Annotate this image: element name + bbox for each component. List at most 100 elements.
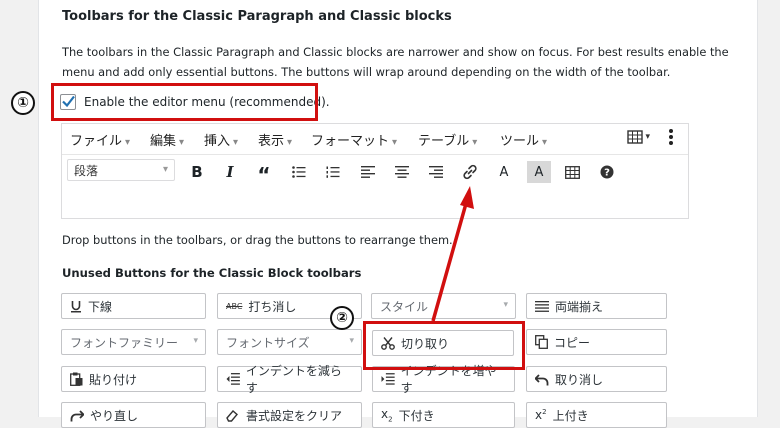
background-color-button[interactable]: A: [527, 161, 551, 183]
format-select-value: 段落: [74, 164, 99, 178]
blockquote-button[interactable]: “: [252, 161, 276, 187]
menu-tools-label: ツール: [500, 134, 540, 149]
menu-edit-label: 編集: [150, 134, 177, 149]
align-right-icon: [429, 166, 443, 178]
chevron-down-icon: ▾: [472, 137, 478, 148]
chevron-down-icon: ▾: [233, 137, 239, 148]
underline-icon: [71, 300, 81, 312]
menu-edit[interactable]: 編集 ▾: [150, 130, 184, 149]
chevron-down-icon: ▾: [193, 336, 198, 346]
menubar-right-controls: ▾: [627, 128, 674, 146]
editor-toolbar: 段落 ▾ B I “ A A ?: [62, 155, 688, 191]
text-color-button[interactable]: A: [492, 161, 516, 183]
menu-view[interactable]: 表示 ▾: [258, 130, 292, 149]
subscript-button[interactable]: x2 下付き: [372, 402, 515, 428]
chevron-down-icon: ▾: [162, 164, 168, 175]
align-center-icon: [395, 166, 409, 178]
justify-button[interactable]: 両端揃え: [526, 293, 667, 319]
link-button[interactable]: [458, 161, 482, 183]
menu-insert-label: 挿入: [204, 134, 231, 149]
numbered-list-icon: [326, 166, 340, 178]
chevron-down-icon: ▾: [392, 137, 398, 148]
align-center-button[interactable]: [390, 161, 414, 183]
superscript-icon: x2: [535, 408, 547, 422]
menu-format[interactable]: フォーマット ▾: [311, 130, 397, 149]
style-select[interactable]: スタイル ▾: [371, 293, 516, 319]
numbered-list-button[interactable]: [321, 161, 345, 183]
svg-text:?: ?: [604, 168, 610, 179]
copy-label: コピー: [554, 335, 591, 350]
editor-menubar: ファイル ▾ 編集 ▾ 挿入 ▾ 表示 ▾ フォーマット ▾ テーブル ▾ ツール ▾ ▾: [62, 124, 688, 155]
redo-label: やり直し: [90, 408, 139, 423]
copy-icon: [535, 335, 548, 349]
more-options-icon[interactable]: [668, 128, 674, 146]
menu-insert[interactable]: 挿入 ▾: [204, 130, 238, 149]
align-justify-icon: [535, 300, 549, 312]
annotation-marker-2: ②: [330, 306, 354, 330]
chevron-down-icon: ▾: [179, 137, 185, 148]
subscript-icon: x2: [381, 406, 393, 424]
bullet-list-icon: [292, 166, 306, 178]
help-button[interactable]: ?: [595, 161, 619, 183]
annotation-marker-1: ①: [11, 91, 35, 115]
menu-tools[interactable]: ツール ▾: [500, 130, 547, 149]
chevron-down-icon: ▾: [542, 137, 548, 148]
underline-label: 下線: [88, 299, 113, 314]
clear-format-button[interactable]: 書式設定をクリア: [217, 402, 362, 428]
drop-instructions: Drop buttons in the toolbars, or drag th…: [62, 233, 453, 247]
bullet-list-button[interactable]: [287, 161, 311, 183]
chevron-down-icon: ▾: [287, 137, 293, 148]
section-description: The toolbars in the Classic Paragraph an…: [62, 45, 729, 79]
subscript-label: 下付き: [398, 408, 435, 423]
justify-label: 両端揃え: [555, 299, 604, 314]
clear-format-label: 書式設定をクリア: [246, 408, 343, 423]
strikethrough-icon: ABC: [226, 301, 243, 311]
menu-view-label: 表示: [258, 134, 285, 149]
link-icon: [463, 164, 477, 180]
copy-button[interactable]: コピー: [526, 329, 667, 355]
align-left-icon: [361, 166, 375, 178]
unused-buttons-title: Unused Buttons for the Classic Block too…: [62, 266, 362, 280]
italic-button[interactable]: I: [218, 161, 242, 183]
help-icon: ?: [600, 165, 614, 179]
undo-button[interactable]: 取り消し: [526, 366, 667, 392]
paste-button[interactable]: 貼り付け: [61, 366, 206, 392]
eraser-icon: [226, 409, 238, 422]
format-select[interactable]: 段落 ▾: [67, 159, 175, 181]
outdent-label: インデントを減らす: [245, 364, 342, 395]
outdent-button[interactable]: インデントを減らす: [217, 364, 362, 395]
table-button[interactable]: [560, 161, 584, 183]
font-family-select[interactable]: フォントファミリー ▾: [61, 329, 206, 355]
table-grid-dropdown[interactable]: ▾: [627, 130, 650, 144]
font-size-select[interactable]: フォントサイズ ▾: [217, 329, 362, 355]
paste-icon: [70, 372, 83, 386]
underline-button[interactable]: 下線: [61, 293, 206, 319]
strikethrough-label: 打ち消し: [248, 299, 297, 314]
background-color-icon: A: [534, 164, 544, 180]
classic-editor-preview: ファイル ▾ 編集 ▾ 挿入 ▾ 表示 ▾ フォーマット ▾ テーブル ▾ ツール ▾ ▾ 段…: [61, 123, 689, 219]
bold-button[interactable]: B: [185, 161, 209, 183]
redo-button[interactable]: やり直し: [61, 402, 206, 428]
chevron-down-icon: ▾: [645, 132, 650, 142]
align-right-button[interactable]: [424, 161, 448, 183]
menu-table-label: テーブル: [418, 134, 470, 149]
annotation-box-cut-button: [363, 321, 525, 370]
outdent-icon: [226, 373, 240, 385]
annotation-box-enable-menu: [51, 83, 318, 121]
table-grid-icon: [627, 130, 644, 144]
chevron-down-icon: ▾: [125, 137, 131, 148]
blockquote-icon: “: [257, 163, 271, 187]
bold-icon: B: [191, 163, 203, 181]
text-color-icon: A: [499, 164, 509, 180]
font-size-label: フォントサイズ: [226, 335, 310, 350]
paste-label: 貼り付け: [89, 372, 138, 387]
menu-table[interactable]: テーブル ▾: [418, 130, 477, 149]
menu-file[interactable]: ファイル ▾: [70, 130, 130, 149]
font-family-label: フォントファミリー: [70, 335, 179, 350]
superscript-button[interactable]: x2 上付き: [526, 402, 667, 428]
menu-format-label: フォーマット: [311, 134, 390, 149]
align-left-button[interactable]: [356, 161, 380, 183]
chevron-down-icon: ▾: [503, 300, 508, 310]
section-title: Toolbars for the Classic Paragraph and C…: [62, 9, 452, 24]
style-select-label: スタイル: [380, 299, 429, 314]
